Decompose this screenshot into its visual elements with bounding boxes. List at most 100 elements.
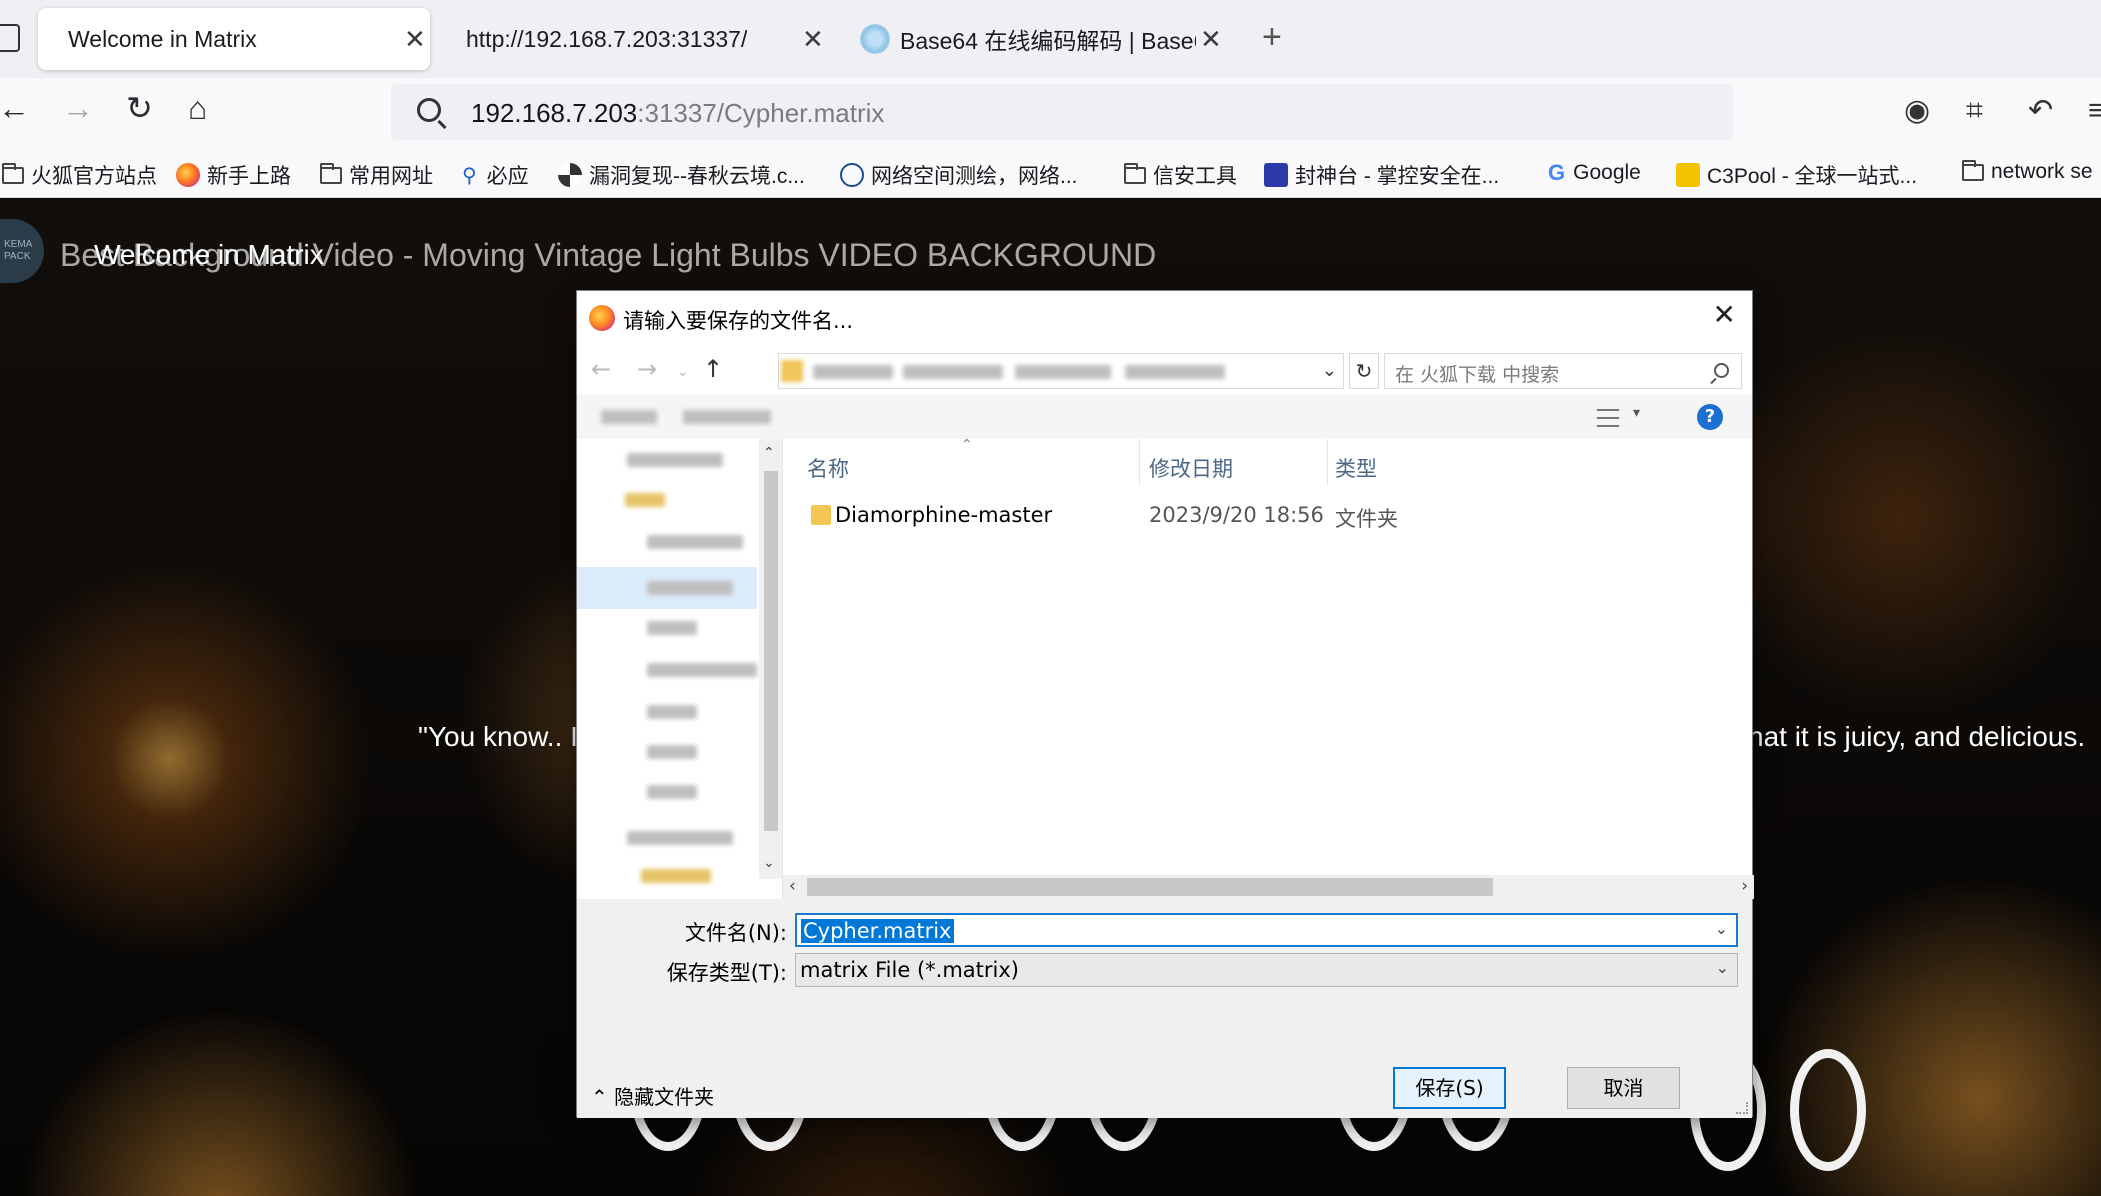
dialog-titlebar[interactable]: 请输入要保存的文件名... ✕ <box>577 291 1752 345</box>
bookmark-vuln[interactable]: 漏洞复现--春秋云境.c... <box>558 160 805 190</box>
dialog-footer: 文件名(N): Cypher.matrix ⌄ 保存类型(T): matrix … <box>577 899 1752 1118</box>
search-input[interactable]: 在 火狐下载 中搜索 <box>1384 353 1742 389</box>
column-header-modified[interactable]: 修改日期 <box>1149 453 1233 483</box>
help-icon[interactable]: ? <box>1697 404 1723 430</box>
close-icon[interactable]: ✕ <box>1713 301 1736 329</box>
tree-item[interactable] <box>627 453 723 467</box>
scroll-right-icon[interactable]: › <box>1741 876 1748 896</box>
search-icon: ⚲ <box>462 164 477 187</box>
close-tab-icon[interactable]: ✕ <box>1200 26 1222 52</box>
back-icon[interactable]: ← <box>591 357 611 381</box>
bookmarks-bar: 火狐官方站点 新手上路 常用网址 ⚲ 必应 漏洞复现--春秋云境.c... 网络… <box>0 148 2101 198</box>
new-folder-button[interactable] <box>683 410 771 424</box>
path-segment <box>813 365 893 379</box>
bookmark-fengshentai[interactable]: 封神台 - 掌控安全在... <box>1264 160 1499 190</box>
recent-dropdown-icon[interactable]: ⌄ <box>677 365 689 379</box>
organize-button[interactable] <box>601 410 657 424</box>
refresh-icon[interactable]: ↻ <box>1349 353 1379 389</box>
bookmark-c3pool[interactable]: C3Pool - 全球一站式... <box>1676 160 1917 190</box>
reload-icon[interactable]: ↻ <box>126 92 153 124</box>
address-breadcrumb[interactable]: ⌄ <box>778 353 1344 389</box>
forward-icon[interactable]: → <box>637 357 657 381</box>
navigation-pane: ⌃ ⌄ <box>577 439 783 899</box>
file-type: 文件夹 <box>1335 507 1398 531</box>
bookmark-label: 新手上路 <box>207 165 291 188</box>
save-button[interactable]: 保存(S) <box>1393 1067 1506 1109</box>
menu-icon[interactable]: ≡ <box>2088 96 2101 126</box>
home-icon[interactable]: ⌂ <box>188 92 207 124</box>
folder-icon <box>2 162 24 184</box>
filetype-label: 保存类型(T): <box>666 961 787 985</box>
tab-overflow-icon[interactable] <box>0 24 20 52</box>
hide-folders-toggle[interactable]: ⌃ 隐藏文件夹 <box>591 1081 714 1110</box>
column-divider[interactable] <box>1327 439 1328 485</box>
column-header-name[interactable]: 名称 <box>807 453 849 483</box>
filename-input[interactable]: Cypher.matrix ⌄ <box>795 913 1738 947</box>
folder-icon <box>1962 159 1984 181</box>
tree-item[interactable] <box>647 705 697 719</box>
bookmark-bing[interactable]: ⚲ 必应 <box>462 160 529 190</box>
chevron-down-icon[interactable]: ⌄ <box>1715 919 1728 938</box>
tree-item[interactable] <box>641 869 711 883</box>
tree-scrollbar[interactable]: ⌃ ⌄ <box>759 439 782 879</box>
account-icon[interactable]: ◉ <box>1904 96 1930 126</box>
cancel-button[interactable]: 取消 <box>1567 1067 1680 1109</box>
tree-item[interactable] <box>647 785 697 799</box>
c3pool-icon <box>1676 163 1700 187</box>
close-tab-icon[interactable]: ✕ <box>802 26 824 52</box>
bookmark-network[interactable]: network se <box>1962 159 2093 184</box>
bookmark-label: C3Pool - 全球一站式... <box>1707 165 1918 188</box>
column-divider[interactable] <box>1139 439 1140 485</box>
site-icon <box>840 163 864 187</box>
bookmark-cyberspace[interactable]: 网络空间测绘，网络... <box>840 160 1078 190</box>
url-host: 192.168.7.203 <box>471 98 638 128</box>
undo-icon[interactable]: ↶ <box>2028 96 2053 126</box>
crop-icon[interactable]: ⌗ <box>1966 96 1983 126</box>
filetype-select[interactable]: matrix File (*.matrix) ⌄ <box>795 953 1738 987</box>
back-icon[interactable]: ← <box>0 92 30 124</box>
file-modified: 2023/9/20 18:56 <box>1149 503 1324 527</box>
tab-label: Welcome in Matrix <box>68 25 257 52</box>
tree-item[interactable] <box>647 663 757 677</box>
up-icon[interactable]: ↑ <box>703 357 723 381</box>
chevron-down-icon[interactable]: ⌄ <box>1322 360 1337 381</box>
tree-item[interactable] <box>647 535 743 549</box>
tree-item[interactable] <box>647 581 733 595</box>
scroll-thumb[interactable] <box>764 471 778 831</box>
chevron-down-icon[interactable]: ▾ <box>1633 405 1640 421</box>
view-options-icon[interactable] <box>1597 409 1619 427</box>
scroll-up-icon[interactable]: ⌃ <box>763 445 775 461</box>
chevron-down-icon[interactable]: ⌄ <box>1716 958 1729 977</box>
tab-base64[interactable]: Base64 在线编码解码 | Base64 ✕ <box>848 8 1232 70</box>
bookmark-firefox-official[interactable]: 火狐官方站点 <box>2 160 157 190</box>
url-bar[interactable]: 192.168.7.203:31337/Cypher.matrix <box>391 84 1733 140</box>
horizontal-scrollbar[interactable]: ‹ › <box>783 875 1754 899</box>
forward-icon[interactable]: → <box>62 92 94 124</box>
tab-bar: Welcome in Matrix ✕ http://192.168.7.203… <box>0 0 2101 78</box>
hide-folders-label: 隐藏文件夹 <box>614 1085 715 1109</box>
bookmark-label: Google <box>1573 161 1641 184</box>
tree-item[interactable] <box>627 831 733 845</box>
scroll-down-icon[interactable]: ⌄ <box>763 855 775 871</box>
bookmark-getting-started[interactable]: 新手上路 <box>176 160 291 190</box>
new-tab-button[interactable]: + <box>1262 20 1282 54</box>
bookmark-security-tools[interactable]: 信安工具 <box>1124 160 1237 190</box>
bookmark-common-sites[interactable]: 常用网址 <box>320 160 433 190</box>
base64-site-icon <box>860 24 890 54</box>
tree-item[interactable] <box>647 621 697 635</box>
url-text[interactable]: 192.168.7.203:31337/Cypher.matrix <box>471 98 884 129</box>
close-tab-icon[interactable]: ✕ <box>404 26 426 52</box>
dialog-toolbar: ▾ ? <box>577 395 1752 439</box>
tree-item[interactable] <box>647 745 697 759</box>
resize-grip-icon[interactable] <box>1736 1102 1748 1114</box>
file-list: ⌃ 名称 修改日期 类型 Diamorphine-master 2023/9/2… <box>783 437 1754 899</box>
column-header-type[interactable]: 类型 <box>1335 453 1377 483</box>
tab-url[interactable]: http://192.168.7.203:31337/ ✕ <box>440 8 832 70</box>
bookmark-label: network se <box>1991 160 2093 183</box>
tree-item[interactable] <box>625 493 665 507</box>
firefox-icon <box>589 305 615 331</box>
tab-welcome-in-matrix[interactable]: Welcome in Matrix ✕ <box>38 8 430 70</box>
bookmark-google[interactable]: G Google <box>1548 160 1641 186</box>
scroll-thumb[interactable] <box>807 878 1493 896</box>
scroll-left-icon[interactable]: ‹ <box>789 876 796 896</box>
